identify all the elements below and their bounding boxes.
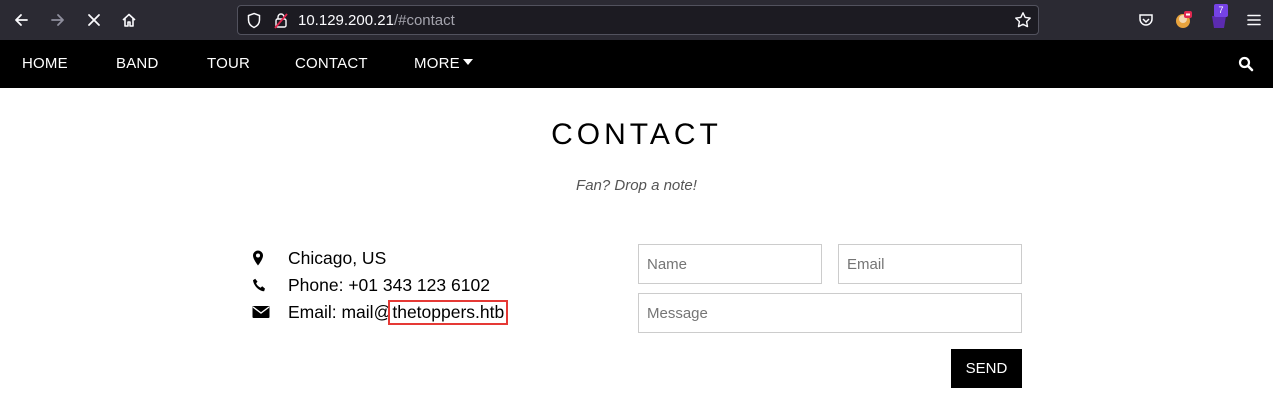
email-prefix: Email: mail@ <box>288 301 392 322</box>
site-nav: HOME BAND TOUR CONTACT MORE <box>0 40 1273 88</box>
nav-band[interactable]: BAND <box>116 40 158 88</box>
email-field[interactable] <box>838 244 1022 284</box>
send-button[interactable]: SEND <box>951 349 1022 388</box>
forward-arrow-icon[interactable] <box>45 8 71 32</box>
search-icon[interactable] <box>1238 56 1254 77</box>
menu-icon[interactable] <box>1242 8 1266 32</box>
map-marker-icon <box>252 250 288 266</box>
section-subtitle: Fan? Drop a note! <box>576 177 697 194</box>
nav-home[interactable]: HOME <box>22 40 68 88</box>
nav-contact[interactable]: CONTACT <box>295 40 368 88</box>
contact-location: Chicago, US <box>252 247 386 269</box>
phone-icon <box>252 278 288 293</box>
url-bar[interactable]: 10.129.200.21/#contact <box>237 5 1039 35</box>
name-field[interactable] <box>638 244 822 284</box>
home-icon[interactable] <box>116 8 142 32</box>
shield-icon[interactable] <box>246 12 262 34</box>
email-domain-highlight: thetoppers.htb <box>388 299 509 325</box>
caret-down-icon <box>462 59 473 66</box>
pocket-icon[interactable] <box>1134 8 1158 32</box>
lock-icon[interactable] <box>274 12 288 34</box>
stop-icon[interactable] <box>81 8 107 32</box>
location-text: Chicago, US <box>288 247 387 268</box>
back-arrow-icon[interactable] <box>8 8 34 32</box>
url-text: 10.129.200.21/#contact <box>298 12 455 29</box>
section-title: CONTACT <box>551 118 722 151</box>
contact-phone: Phone: +01 343 123 6102 <box>252 274 490 296</box>
contact-email: Email: mail@ thetoppers.htb <box>252 299 509 325</box>
nav-tour[interactable]: TOUR <box>207 40 250 88</box>
nav-more-dropdown[interactable]: MORE <box>414 40 473 88</box>
message-field[interactable] <box>638 293 1022 333</box>
envelope-icon <box>252 305 288 319</box>
extension-badge: 7 <box>1214 4 1228 17</box>
extension-icon[interactable] <box>1171 8 1195 32</box>
nav-more-label: MORE <box>414 55 460 72</box>
browser-toolbar: 10.129.200.21/#contact 7 <box>0 0 1273 40</box>
bookmark-star-icon[interactable] <box>1014 11 1032 34</box>
phone-text: Phone: +01 343 123 6102 <box>288 274 490 295</box>
